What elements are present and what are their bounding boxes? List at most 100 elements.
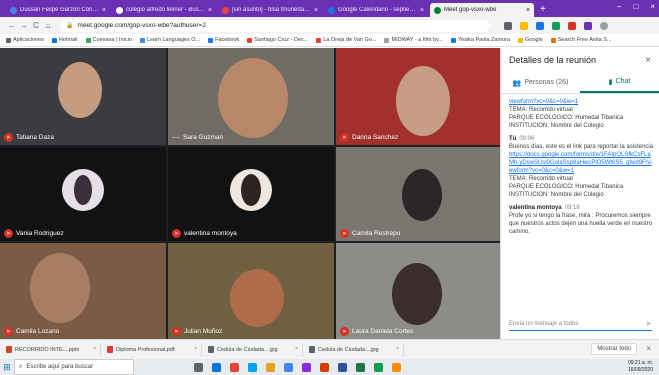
browser-tab[interactable]: Google Calendario - septiembre ×	[324, 3, 428, 17]
bookmark-item[interactable]: Search Free Anita S...	[550, 37, 612, 43]
chat-link[interactable]: viewform?vc=0&c=0&w=1	[509, 98, 655, 106]
url-input[interactable]: 🔒 meet.google.com/gop-vsxo-wbe?authuser=…	[60, 19, 490, 32]
extension-icon[interactable]	[536, 21, 544, 30]
download-item[interactable]: Cedula de Ciudada....jpg ^	[309, 342, 404, 357]
pdf-file-icon	[107, 346, 113, 353]
message-time: 09:18	[564, 205, 580, 211]
taskbar-app-icon[interactable]	[374, 362, 383, 372]
close-tab-icon[interactable]: ×	[420, 7, 424, 14]
show-all-button[interactable]: Mostrar todo	[591, 343, 637, 355]
taskbar-app-icon[interactable]	[284, 362, 293, 372]
bookmark-item[interactable]: Hotmail	[51, 37, 78, 43]
profile-avatar[interactable]	[600, 21, 608, 30]
participant-tile[interactable]: ✕ valentina montoya	[168, 147, 334, 241]
more-options-icon[interactable]: ⋯	[172, 133, 180, 142]
bookmark-icon	[85, 37, 91, 43]
browser-tab-active[interactable]: Meet gop-vsxo-wbe ×	[430, 3, 534, 17]
chevron-up-icon[interactable]: ^	[194, 347, 197, 353]
bookmark-item[interactable]: Learn Languages O...	[139, 37, 200, 43]
tab-favicon-icon	[222, 6, 229, 14]
minimize-button[interactable]: –	[617, 2, 621, 11]
back-button[interactable]: ←	[6, 21, 18, 30]
windows-taskbar: ⊞ ⌕ Escribe aquí para buscar 09:21 a. m.…	[0, 359, 659, 375]
mic-off-icon: ✕	[340, 327, 349, 336]
participant-tile[interactable]: ✕ Danna Sanchez	[336, 48, 500, 145]
close-tab-icon[interactable]: ×	[314, 7, 318, 14]
chat-link[interactable]: https://docs.google.com/forms/d/e/1FAIpQ…	[509, 151, 655, 175]
lock-icon: 🔒	[66, 23, 74, 29]
close-tab-icon[interactable]: ×	[208, 7, 212, 14]
forward-button[interactable]: →	[18, 21, 30, 30]
participant-tile[interactable]: ✕ Camila Lozano	[0, 243, 166, 339]
maximize-button[interactable]: □	[633, 2, 638, 11]
participant-video	[402, 169, 442, 221]
taskbar-app-icon[interactable]	[266, 362, 275, 372]
close-icon[interactable]: ×	[646, 344, 651, 353]
participant-tile[interactable]: ✕ Julian Muñoz	[168, 243, 334, 339]
mic-off-icon: ✕	[340, 133, 349, 142]
chat-input[interactable]: Envía un mensaje a todos ➤	[509, 317, 652, 331]
participant-tile[interactable]: ✕ Laura Daniela Cortes	[336, 243, 500, 339]
mic-off-icon: ✕	[172, 327, 181, 336]
video-grid: ✕ Tatiana Daza ⋯ Sara Guzman ✕ Danna Sanche…	[0, 48, 500, 339]
bookmark-item[interactable]: Yesika Paola Zamora	[450, 37, 510, 43]
download-item[interactable]: Cedula de Ciudada....jpg ^	[208, 342, 303, 357]
home-button[interactable]: ⌂	[42, 21, 54, 30]
extension-icon[interactable]	[584, 21, 592, 30]
windows-start-icon[interactable]: ⊞	[0, 359, 14, 375]
taskbar-app-icon[interactable]	[338, 362, 347, 372]
system-tray-clock[interactable]: 09:21 a. m. 16/09/2020	[628, 360, 653, 374]
extension-icon[interactable]	[552, 21, 560, 30]
taskbar-app-icon[interactable]	[248, 362, 257, 372]
participant-video	[58, 62, 102, 118]
taskbar-app-icon[interactable]	[230, 362, 239, 372]
taskbar-app-icon[interactable]	[320, 362, 329, 372]
close-window-button[interactable]: ×	[650, 2, 655, 11]
close-icon[interactable]: ×	[645, 55, 651, 66]
participant-video	[230, 269, 284, 327]
browser-tab[interactable]: [sin asunto] - blsa fmunedal@gm×	[218, 3, 322, 17]
participant-tile[interactable]: ✕ Camila Restrepo	[336, 147, 500, 241]
taskbar-app-icon[interactable]	[356, 362, 365, 372]
reload-button[interactable]: C	[30, 21, 42, 30]
tab-people[interactable]: 👥 Personas (26)	[501, 72, 580, 93]
search-icon: ⌕	[19, 363, 23, 370]
new-tab-button[interactable]: +	[540, 3, 546, 17]
bookmark-item[interactable]: Cuevana | Inicio	[85, 37, 132, 43]
participant-tile[interactable]: ⋯ Sara Guzman	[168, 48, 334, 145]
tab-favicon-icon	[116, 6, 123, 14]
send-icon[interactable]: ➤	[645, 319, 652, 328]
browser-tab[interactable]: colegio alfredo lekner - Busca ×	[112, 3, 216, 17]
participant-tile[interactable]: ✕ Tatiana Daza	[0, 48, 166, 145]
participant-tile[interactable]: ✕ Vania Rodriguez	[0, 147, 166, 241]
bookmark-item[interactable]: Santiago Cruz - Dec...	[247, 37, 308, 43]
taskbar-search-input[interactable]: ⌕ Escribe aquí para buscar	[14, 359, 134, 375]
browser-tab[interactable]: Dussan Felipe Garzon Conde | M×	[6, 3, 110, 17]
close-tab-icon[interactable]: ×	[526, 7, 530, 14]
bookmark-item[interactable]: La Oreja de Van Go...	[316, 37, 376, 43]
bookmark-item[interactable]: Aplicaciones	[6, 37, 44, 43]
bookmark-icon	[6, 37, 11, 43]
extension-icon[interactable]	[504, 21, 512, 30]
bookmark-icon	[450, 37, 456, 43]
download-item[interactable]: Diploma Profesional.pdf ^	[107, 342, 202, 357]
taskbar-app-icon[interactable]	[302, 362, 311, 372]
star-icon[interactable]	[520, 21, 528, 30]
taskbar-app-icon[interactable]	[212, 362, 221, 372]
mic-off-icon: ✕	[172, 229, 181, 238]
chevron-up-icon[interactable]: ^	[93, 347, 96, 353]
chevron-up-icon[interactable]: ^	[295, 347, 298, 353]
bookmark-item[interactable]: Google	[518, 37, 543, 43]
tab-chat[interactable]: ▮ Chat	[580, 72, 659, 93]
pptx-file-icon	[6, 346, 12, 353]
taskbar-app-icon[interactable]	[194, 362, 203, 372]
extension-icon[interactable]	[568, 21, 576, 30]
bookmark-item[interactable]: Facebook	[208, 37, 239, 43]
close-tab-icon[interactable]: ×	[102, 7, 106, 14]
download-item[interactable]: RECORRIDO INTE....pptx ^	[6, 342, 101, 357]
taskbar-app-icon[interactable]	[392, 362, 401, 372]
bookmark-icon	[518, 37, 524, 43]
bookmark-item[interactable]: MIDWAY - a film by...	[384, 37, 443, 43]
tab-favicon-icon	[328, 6, 335, 14]
chevron-up-icon[interactable]: ^	[396, 347, 399, 353]
